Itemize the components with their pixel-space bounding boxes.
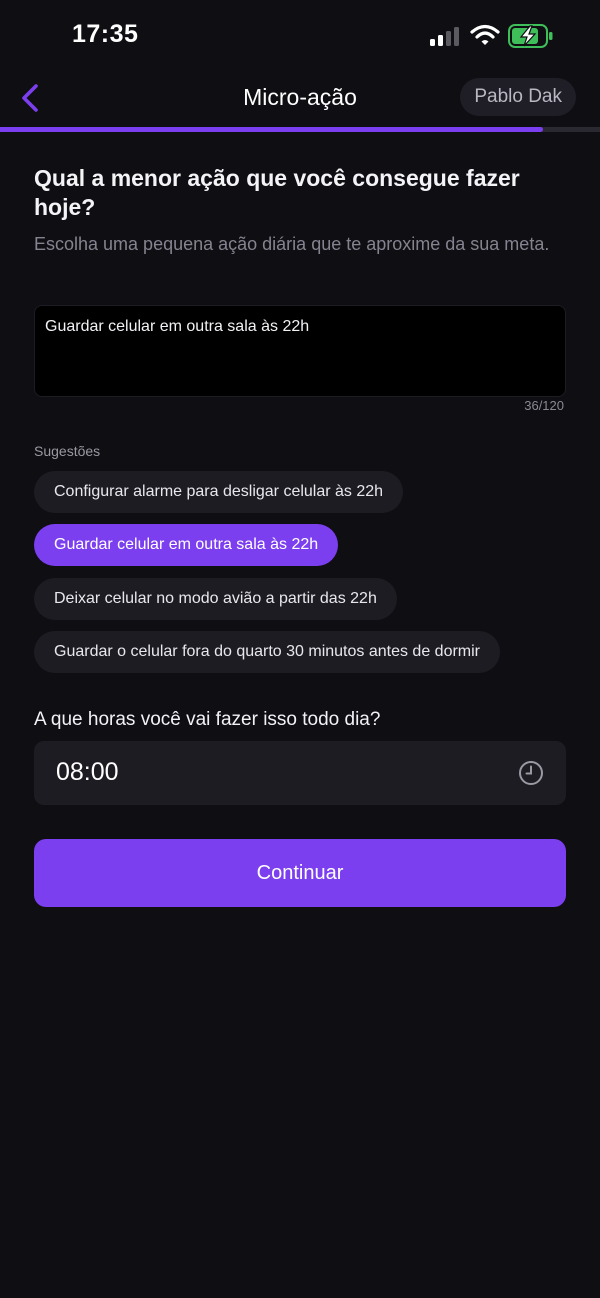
continue-button[interactable]: Continuar	[34, 839, 566, 907]
time-picker-field[interactable]: 08:00	[34, 741, 566, 805]
progress-bar	[0, 127, 600, 132]
main-content: Qual a menor ação que você consegue faze…	[34, 164, 566, 907]
progress-fill	[0, 127, 543, 132]
wifi-icon	[470, 24, 500, 51]
status-time: 17:35	[72, 20, 139, 48]
suggestion-chip-selected[interactable]: Guardar celular em outra sala às 22h	[34, 524, 339, 566]
user-chip[interactable]: Pablo Dak	[460, 78, 576, 116]
signal-icon	[430, 26, 462, 51]
char-counter: 36/120	[524, 398, 564, 413]
question-title: Qual a menor ação que você consegue faze…	[34, 165, 520, 220]
suggestion-chip[interactable]: Guardar o celular fora do quarto 30 minu…	[34, 631, 501, 673]
question-subtitle: Escolha uma pequena ação diária que te a…	[34, 234, 550, 254]
action-textarea[interactable]: Guardar celular em outra sala às 22h	[34, 305, 566, 397]
battery-charging-icon	[508, 24, 554, 53]
status-bar: 17:35	[0, 0, 600, 72]
time-value: 08:00	[56, 758, 119, 786]
time-question: A que horas você vai fazer isso todo dia…	[34, 709, 381, 730]
suggestion-chip[interactable]: Configurar alarme para desligar celular …	[34, 471, 404, 513]
suggestions-label: Sugestões	[34, 443, 101, 459]
suggestion-chip[interactable]: Deixar celular no modo avião a partir da…	[34, 578, 397, 620]
clock-icon	[518, 760, 544, 791]
nav-bar: Micro-ação Pablo Dak	[0, 72, 600, 124]
